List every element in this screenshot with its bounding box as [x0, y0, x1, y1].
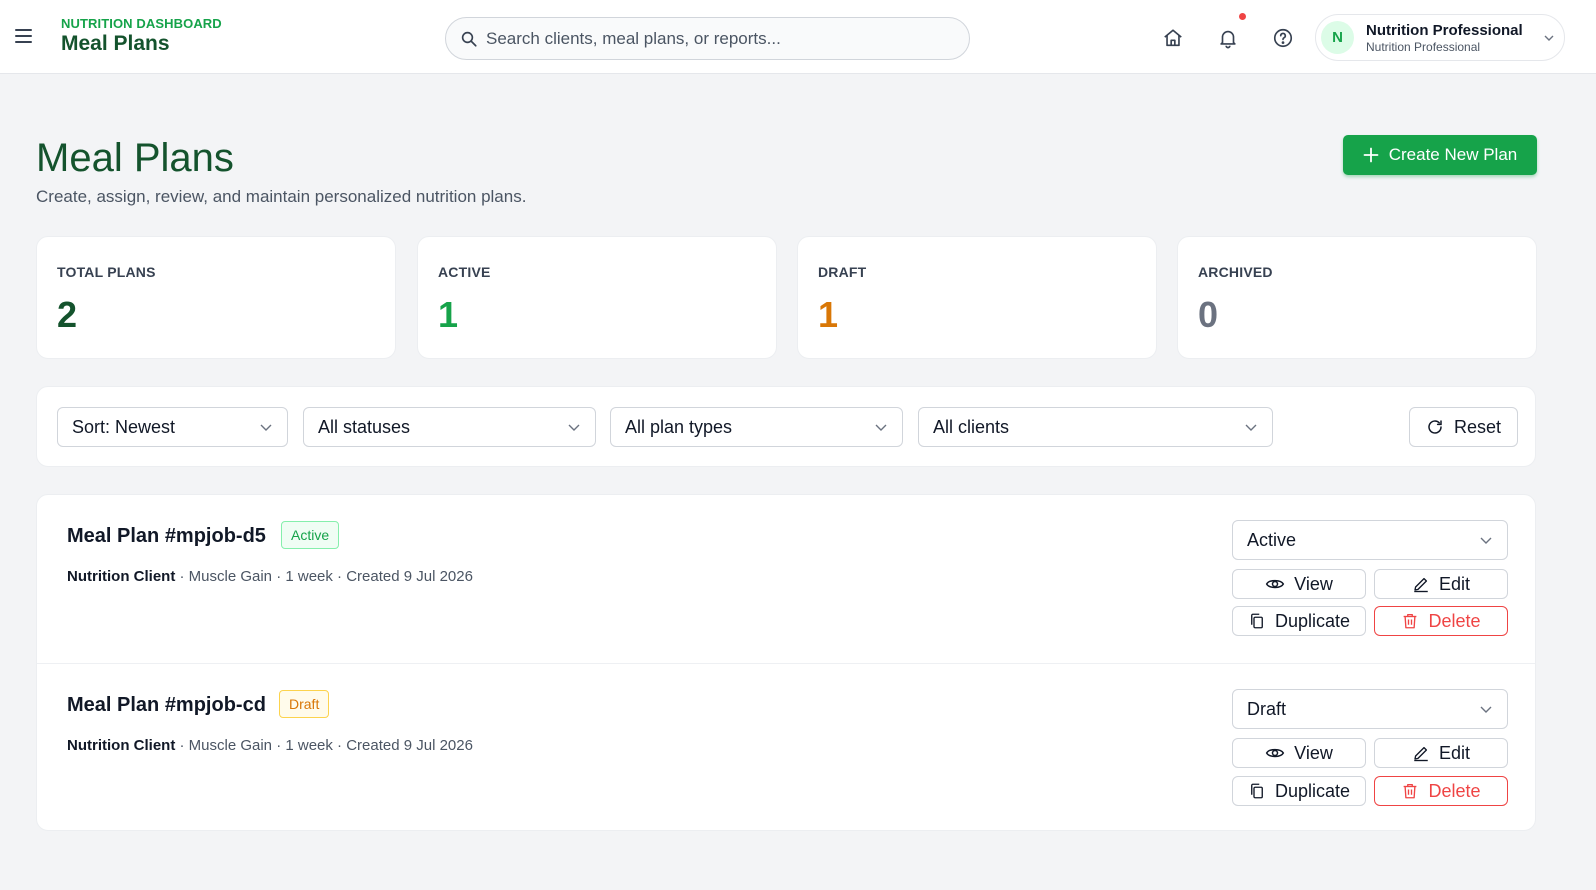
- plan-client: Nutrition Client: [67, 737, 176, 754]
- user-role: Nutrition Professional: [1366, 40, 1481, 54]
- duplicate-label: Duplicate: [1274, 780, 1351, 801]
- copy-icon: [1251, 783, 1263, 799]
- eye-icon: [1265, 579, 1285, 589]
- stat-card-draft: DRAFT 1: [797, 236, 1157, 359]
- create-new-plan-label: Create New Plan: [1388, 145, 1518, 164]
- duplicate-button[interactable]: Duplicate: [1232, 606, 1366, 636]
- create-new-plan-button[interactable]: Create New Plan: [1343, 135, 1537, 175]
- edit-label: Edit: [1438, 742, 1471, 763]
- stat-label: TOTAL PLANS: [57, 264, 156, 280]
- duplicate-label: Duplicate: [1274, 610, 1351, 631]
- plan-status-value: Active: [1247, 529, 1297, 550]
- view-button[interactable]: View: [1232, 569, 1366, 599]
- plan-meta: Nutrition Client · Muscle Gain · 1 week …: [67, 737, 473, 754]
- refresh-icon: [1428, 420, 1442, 434]
- trash-icon: [1404, 613, 1417, 629]
- user-name: Nutrition Professional: [1366, 22, 1523, 39]
- eye-icon: [1265, 748, 1285, 758]
- menu-icon[interactable]: [15, 26, 37, 48]
- meal-plan-list: Meal Plan #mpjob-d5 Active Nutrition Cli…: [36, 494, 1536, 831]
- list-item: Meal Plan #mpjob-cd Draft Nutrition Clie…: [37, 663, 1535, 830]
- plus-icon: [1363, 147, 1379, 163]
- chevron-down-icon: [1245, 424, 1257, 431]
- help-icon[interactable]: [1272, 27, 1294, 49]
- status-filter-select[interactable]: All statuses: [303, 407, 596, 447]
- view-label: View: [1294, 742, 1333, 763]
- status-filter-value: All statuses: [318, 416, 411, 437]
- plan-type-filter-select[interactable]: All plan types: [610, 407, 903, 447]
- delete-button[interactable]: Delete: [1374, 606, 1508, 636]
- stat-value: 0: [1198, 294, 1219, 335]
- plan-client: Nutrition Client: [67, 568, 176, 585]
- plan-details: · Muscle Gain · 1 week · Created 9 Jul 2…: [175, 737, 473, 754]
- stat-card-active: ACTIVE 1: [417, 236, 777, 359]
- stat-label: ARCHIVED: [1198, 264, 1273, 280]
- status-badge: Draft: [279, 690, 330, 718]
- plan-status-value: Draft: [1247, 698, 1287, 719]
- client-filter-value: All clients: [933, 416, 1010, 437]
- pencil-icon: [1414, 577, 1428, 593]
- plan-meta: Nutrition Client · Muscle Gain · 1 week …: [67, 568, 473, 585]
- home-icon[interactable]: [1162, 27, 1184, 49]
- chevron-down-icon: [260, 424, 272, 431]
- edit-button[interactable]: Edit: [1374, 738, 1508, 768]
- copy-icon: [1251, 613, 1263, 629]
- notification-dot: [1239, 13, 1246, 20]
- duplicate-button[interactable]: Duplicate: [1232, 776, 1366, 806]
- edit-label: Edit: [1438, 573, 1471, 594]
- stat-label: DRAFT: [818, 264, 867, 280]
- edit-button[interactable]: Edit: [1374, 569, 1508, 599]
- plan-title[interactable]: Meal Plan #mpjob-cd: [67, 694, 266, 717]
- chevron-down-icon: [1480, 706, 1492, 713]
- plan-status-select[interactable]: Draft: [1232, 689, 1508, 729]
- stat-value: 1: [818, 294, 839, 335]
- delete-label: Delete: [1428, 610, 1481, 631]
- top-bar: NUTRITION DASHBOARD Meal Plans N Nutriti…: [0, 0, 1596, 74]
- chevron-down-icon: [568, 424, 580, 431]
- stat-card-archived: ARCHIVED 0: [1177, 236, 1537, 359]
- view-label: View: [1294, 573, 1333, 594]
- delete-label: Delete: [1428, 780, 1481, 801]
- plan-type-filter-value: All plan types: [625, 416, 733, 437]
- chevron-down-icon: [1544, 35, 1554, 41]
- plan-details: · Muscle Gain · 1 week · Created 9 Jul 2…: [175, 568, 473, 585]
- trash-icon: [1404, 783, 1417, 799]
- stat-value: 1: [438, 294, 459, 335]
- plan-title[interactable]: Meal Plan #mpjob-d5: [67, 525, 266, 548]
- pencil-icon: [1414, 746, 1428, 762]
- client-filter-select[interactable]: All clients: [918, 407, 1273, 447]
- filter-bar: Sort: Newest All statuses All plan types…: [36, 386, 1536, 467]
- sort-select[interactable]: Sort: Newest: [57, 407, 288, 447]
- chevron-down-icon: [875, 424, 887, 431]
- sort-select-value: Sort: Newest: [72, 416, 176, 437]
- chevron-down-icon: [1480, 537, 1492, 544]
- reset-label: Reset: [1453, 416, 1502, 437]
- brand-subtitle: NUTRITION DASHBOARD: [61, 16, 222, 31]
- delete-button[interactable]: Delete: [1374, 776, 1508, 806]
- reset-button[interactable]: Reset: [1409, 407, 1518, 447]
- search-icon: [461, 31, 477, 47]
- page-subtitle: Create, assign, review, and maintain per…: [36, 187, 527, 206]
- avatar: N: [1321, 21, 1354, 54]
- plan-status-select[interactable]: Active: [1232, 520, 1508, 560]
- brand-title: Meal Plans: [61, 32, 170, 55]
- page-title: Meal Plans: [36, 136, 234, 180]
- stat-value: 2: [57, 294, 78, 335]
- search-input[interactable]: [486, 28, 956, 49]
- bell-icon[interactable]: [1217, 27, 1239, 49]
- view-button[interactable]: View: [1232, 738, 1366, 768]
- status-badge: Active: [281, 521, 340, 549]
- list-item: Meal Plan #mpjob-d5 Active Nutrition Cli…: [37, 495, 1535, 663]
- stat-card-total: TOTAL PLANS 2: [36, 236, 396, 359]
- stat-label: ACTIVE: [438, 264, 491, 280]
- user-profile-menu[interactable]: N Nutrition Professional Nutrition Profe…: [1315, 14, 1565, 61]
- search-bar: [445, 17, 970, 60]
